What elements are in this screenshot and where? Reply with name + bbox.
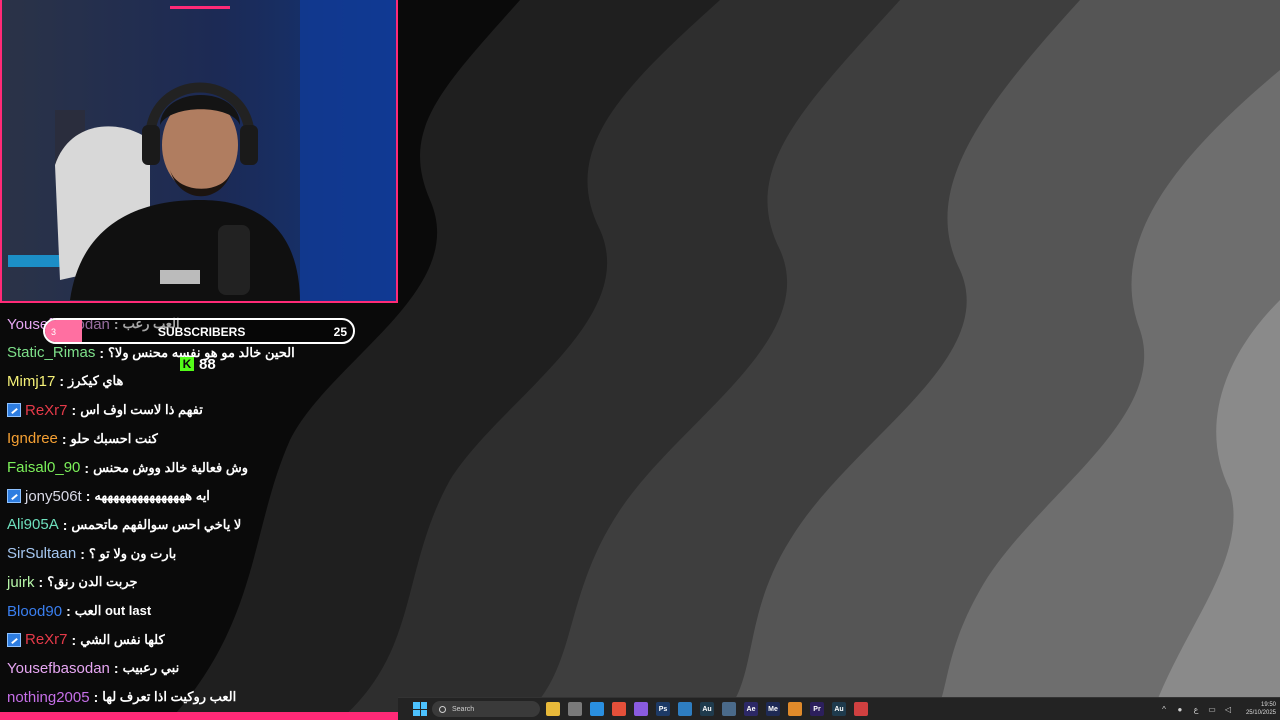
chat-username[interactable]: Ali905A	[7, 516, 59, 533]
subscribers-goal-bar: 3 SUBSCRIBERS 25	[43, 318, 355, 344]
chat-text: لا ياخي احس سوالفهم ماتحمس	[71, 516, 242, 532]
chat-username[interactable]: Yousefbasodan	[7, 660, 110, 677]
chat-separator: :	[38, 574, 44, 591]
taskbar-app-blender[interactable]	[788, 702, 802, 716]
subscribers-label: SUBSCRIBERS	[158, 325, 246, 339]
chat-text: هاي كيكرز	[68, 373, 124, 389]
chat-username[interactable]: SirSultaan	[7, 545, 76, 562]
chat-text: وش فعالية خالد ووش محنس	[93, 459, 249, 475]
chat-message: Igndree: كنت احسبك حلو	[7, 427, 158, 451]
search-icon	[439, 705, 446, 713]
clock[interactable]: 19:50 25/10/2025	[1246, 701, 1276, 717]
chat-username[interactable]: Blood90	[7, 603, 62, 620]
chat-separator: :	[85, 488, 91, 505]
taskbar-app-photoshop[interactable]: Ps	[656, 702, 670, 716]
chat-separator: :	[93, 689, 99, 706]
system-tray: ^ ● ع ▭ ◁ 19:50 25/10/2025	[1160, 698, 1276, 720]
chat-message: Mimj17: هاي كيكرز	[7, 369, 123, 393]
subscriber-badge-icon	[7, 403, 21, 418]
chat-username[interactable]: Faisal0_90	[7, 459, 80, 476]
language-indicator[interactable]: ع	[1192, 705, 1200, 714]
chat-separator: :	[80, 545, 85, 562]
chat-text: ايه هههههههههههههههه	[94, 488, 210, 504]
subscribers-current: 3	[51, 327, 57, 337]
chat-message: Static_Rimas: الحين خالد مو هو نفسه محنس …	[7, 341, 295, 365]
taskbar: Search Ps Au Ae Me Pr Au ^ ● ع ▭ ◁ 19:50 25/1…	[398, 697, 1280, 720]
taskbar-app-window[interactable]	[722, 702, 736, 716]
taskbar-app-media-encoder[interactable]: Me	[766, 702, 780, 716]
chat-username[interactable]: ReXr7	[25, 631, 68, 648]
bottom-accent-bar	[0, 712, 398, 720]
subscriber-badge-icon	[7, 632, 21, 647]
clock-date: 25/10/2025	[1245, 710, 1276, 716]
chat-username[interactable]: ReXr7	[25, 402, 68, 419]
chat-separator: :	[62, 516, 68, 533]
chat-separator: :	[61, 430, 67, 447]
chat-separator: :	[71, 402, 77, 419]
taskbar-app-app-blue[interactable]	[678, 702, 692, 716]
chat-message: Faisal0_90: وش فعالية خالد ووش محنس	[7, 456, 248, 480]
taskbar-search[interactable]: Search	[432, 701, 540, 717]
chat-username[interactable]: Static_Rimas	[7, 344, 95, 361]
chat-separator: :	[59, 373, 65, 390]
chat-message: Yousefbasodan: نبي رعبيب	[7, 656, 179, 680]
chat-message: Ali905A: لا ياخي احس سوالفهم ماتحمس	[7, 513, 241, 537]
chat-separator: :	[99, 344, 105, 361]
chat-username[interactable]: juirk	[7, 574, 35, 591]
chat-username[interactable]: Igndree	[7, 430, 58, 447]
chat-message: Blood90: العب out last	[7, 599, 151, 623]
taskbar-app-chrome[interactable]	[854, 702, 868, 716]
chat-username[interactable]: Mimj17	[7, 373, 55, 390]
taskbar-app-brave[interactable]	[612, 702, 626, 716]
streamer-image	[0, 0, 398, 303]
chat-message: jony506t: ايه هههههههههههههههه	[7, 484, 210, 508]
chat-message: ReXr7: كلها نفس الشي	[7, 628, 165, 652]
chat-username[interactable]: nothing2005	[7, 689, 90, 706]
microphone-icon[interactable]: ●	[1176, 705, 1184, 714]
chat-text: جربت الدن رنق؟	[47, 574, 138, 590]
chat-message: ReXr7: تفهم ذا لاست اوف اس	[7, 398, 203, 422]
subscriber-badge-icon	[7, 489, 21, 504]
chat-separator: :	[113, 660, 119, 677]
taskbar-app-audition[interactable]: Au	[700, 702, 714, 716]
taskbar-app-store[interactable]	[568, 702, 582, 716]
taskbar-app-visual-studio[interactable]	[634, 702, 648, 716]
chat-text: بارت ون ولا تو ؟	[88, 545, 177, 561]
chat-separator: :	[71, 631, 77, 648]
taskbar-app-premiere[interactable]: Pr	[810, 702, 824, 716]
chat-text: كنت احسبك حلو	[70, 430, 158, 446]
search-placeholder: Search	[452, 705, 475, 713]
chat-message: SirSultaan: بارت ون ولا تو ؟	[7, 542, 176, 566]
taskbar-app-after-effects[interactable]: Ae	[744, 702, 758, 716]
chevron-up-icon[interactable]: ^	[1160, 705, 1168, 714]
chat-text: كلها نفس الشي	[80, 631, 165, 647]
kick-viewer-counter: K 88	[180, 355, 216, 373]
chat-message: juirk: جربت الدن رنق؟	[7, 570, 138, 594]
subscribers-goal: 25	[333, 325, 347, 339]
chat-text: تفهم ذا لاست اوف اس	[80, 402, 203, 418]
webcam-feed	[0, 0, 398, 303]
taskbar-app-file-explorer[interactable]	[546, 702, 560, 716]
network-icon[interactable]: ▭	[1208, 705, 1216, 714]
webcam-top-accent	[170, 6, 230, 9]
taskbar-app-audition-2[interactable]: Au	[832, 702, 846, 716]
chat-message: nothing2005: العب روكيت اذا تعرف لها	[7, 685, 236, 709]
chat-username[interactable]: jony506t	[25, 488, 82, 505]
chat-text: العب روكيت اذا تعرف لها	[102, 689, 237, 705]
start-button[interactable]	[413, 702, 427, 716]
chat-text: العب out last	[74, 603, 152, 618]
kick-icon: K	[180, 357, 194, 371]
volume-icon[interactable]: ◁	[1224, 705, 1232, 714]
taskbar-app-vscode[interactable]	[590, 702, 604, 716]
chat-text: نبي رعبيب	[122, 660, 180, 676]
chat-separator: :	[66, 603, 71, 619]
chat-separator: :	[84, 459, 90, 476]
kick-viewer-count: 88	[199, 355, 216, 373]
clock-time: 19:50	[1260, 702, 1276, 708]
